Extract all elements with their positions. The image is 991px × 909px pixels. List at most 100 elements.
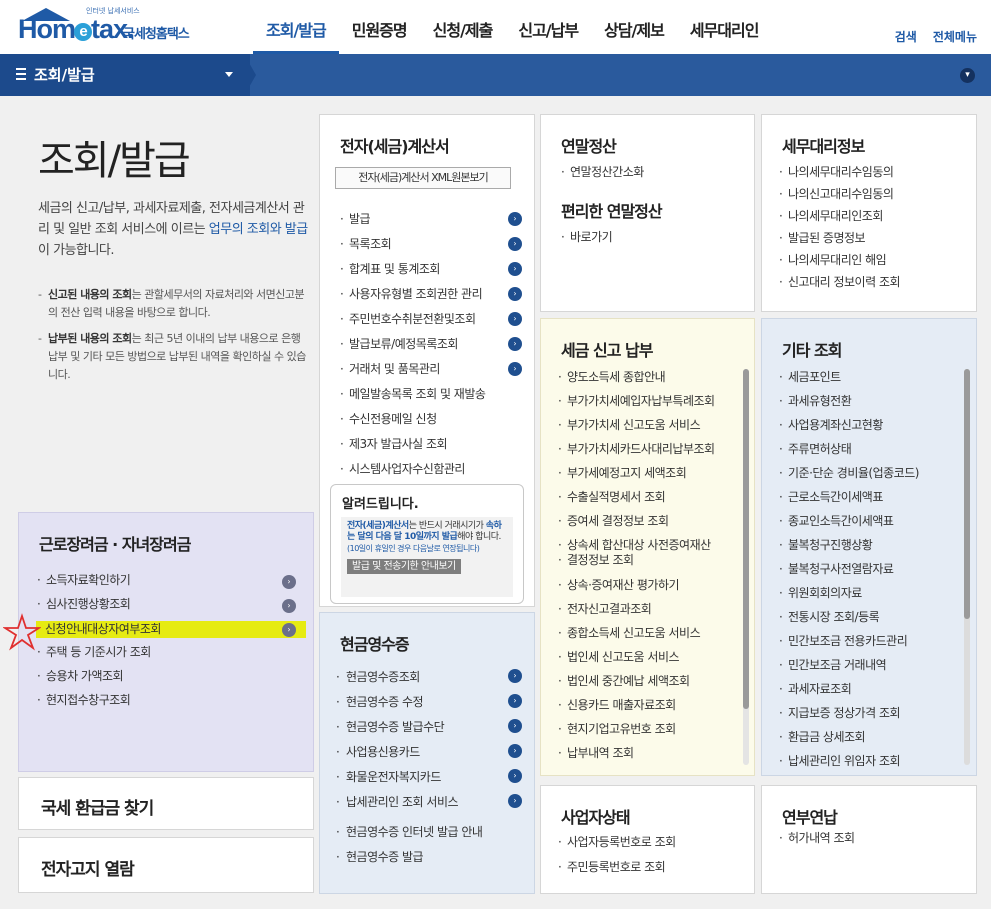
highlighted-item-text[interactable]: 신청안내대상자여부조회 <box>36 621 161 638</box>
installment-item[interactable]: 허가내역 조회 <box>779 826 855 851</box>
eitc-item[interactable]: 현지접수창구조회 <box>37 688 162 712</box>
cash-receipt-item[interactable]: 현금영수증 발급 <box>336 845 482 870</box>
tax-agent-item[interactable]: 나의세무대리인 해임 <box>779 249 900 271</box>
einvoice-item[interactable]: 제3자 발급사실 조회 <box>340 432 485 457</box>
einvoice-item[interactable]: 발급보류/예정목록조회 <box>340 332 485 357</box>
tax-agent-item[interactable]: 발급된 증명정보 <box>779 227 900 249</box>
cash-receipt-item[interactable]: 납세관리인 조회 서비스 <box>336 790 482 815</box>
chevron-right-icon[interactable]: › <box>508 312 522 326</box>
einvoice-item[interactable]: 목록조회 <box>340 232 485 257</box>
other-inquiry-item[interactable]: 주류면허상태 <box>779 437 919 461</box>
tax-agent-item[interactable]: 나의세무대리인조회 <box>779 205 900 227</box>
tax-filing-item[interactable]: 상속세 합산대상 사전증여재산 <box>558 537 715 553</box>
hometax-logo[interactable]: 인터넷 납세서비스 Hom e tax. 국세청홈택스 <box>18 6 203 46</box>
chevron-right-icon[interactable]: › <box>508 794 522 808</box>
chevron-right-icon[interactable]: › <box>508 362 522 376</box>
other-inquiry-item[interactable]: 지급보증 정상가격 조회 <box>779 701 919 725</box>
cash-receipt-item[interactable]: 현금영수증조회 <box>336 665 482 690</box>
chevron-right-icon[interactable]: › <box>508 287 522 301</box>
other-inquiry-item[interactable]: 과세유형전환 <box>779 389 919 413</box>
chevron-right-icon[interactable]: › <box>508 212 522 226</box>
other-inquiry-item[interactable]: 종교인소득간이세액표 <box>779 509 919 533</box>
search-link[interactable]: 검색 <box>895 28 917 45</box>
other-inquiry-item[interactable]: 전통시장 조회/등록 <box>779 605 919 629</box>
nav-inquiry-issue[interactable]: 조회/발급 <box>253 0 339 54</box>
tax-filing-item[interactable]: 법인세 신고도움 서비스 <box>558 645 715 669</box>
einvoice-item[interactable]: 발급 <box>340 207 485 232</box>
chevron-right-icon[interactable]: › <box>282 599 296 613</box>
einvoice-item[interactable]: 수신전용메일 신청 <box>340 407 485 432</box>
other-inquiry-item[interactable]: 과세자료조회 <box>779 677 919 701</box>
scrollbar-thumb[interactable] <box>964 369 970 619</box>
scrollbar-thumb[interactable] <box>743 369 749 709</box>
cash-receipt-item[interactable]: 현금영수증 발급수단 <box>336 715 482 740</box>
einvoice-item[interactable]: 주민번호수취분전환및조회 <box>340 307 485 332</box>
eitc-item[interactable]: 승용차 가액조회 <box>37 664 162 688</box>
other-inquiry-item[interactable]: 근로소득간이세액표 <box>779 485 919 509</box>
scrollbar[interactable] <box>743 369 749 765</box>
tax-filing-item[interactable]: 부가가치세 신고도움 서비스 <box>558 413 715 437</box>
business-status-item[interactable]: 사업자등록번호로 조회 <box>558 830 676 855</box>
einvoice-item[interactable]: 사용자유형별 조회권한 관리 <box>340 282 485 307</box>
tax-filing-item[interactable]: 양도소득세 종합안내 <box>558 365 715 389</box>
tax-filing-item[interactable]: 부가가치세예입자납부특례조회 <box>558 389 715 413</box>
chevron-right-icon[interactable]: › <box>508 337 522 351</box>
tax-filing-item[interactable]: 부가세예정고지 세액조회 <box>558 461 715 485</box>
tax-filing-item[interactable]: 수출실적명세서 조회 <box>558 485 715 509</box>
tax-filing-item[interactable]: 현지기업고유번호 조회 <box>558 717 715 741</box>
other-inquiry-item[interactable]: 민간보조금 전용카드관리 <box>779 629 919 653</box>
other-inquiry-item[interactable]: 불복청구사전열람자료 <box>779 557 919 581</box>
nav-certificates[interactable]: 민원증명 <box>339 0 420 54</box>
einvoice-item[interactable]: 시스템사업자수신함관리 <box>340 457 485 482</box>
chevron-right-icon[interactable]: › <box>508 262 522 276</box>
nav-tax-agent[interactable]: 세무대리인 <box>677 0 772 54</box>
easy-yearend-item[interactable]: 바로가기 <box>561 225 613 250</box>
eitc-item[interactable]: 심사진행상황조회 <box>37 592 162 616</box>
business-status-item[interactable]: 주민등록번호로 조회 <box>558 855 676 880</box>
other-inquiry-item[interactable]: 환급금 상세조회 <box>779 725 919 749</box>
tax-filing-item[interactable]: 납부내역 조회 <box>558 741 715 765</box>
scrollbar[interactable] <box>964 369 970 765</box>
tax-filing-item[interactable]: 부가가치세카드사대리납부조회 <box>558 437 715 461</box>
tax-agent-item[interactable]: 나의신고대리수임동의 <box>779 183 900 205</box>
tax-filing-item-cont[interactable]: 결정정보 조회 <box>558 553 715 573</box>
other-inquiry-item[interactable]: 불복청구진행상황 <box>779 533 919 557</box>
tax-agent-item[interactable]: 나의세무대리수임동의 <box>779 161 900 183</box>
nav-apply-submit[interactable]: 신청/제출 <box>420 0 506 54</box>
cash-receipt-item[interactable]: 화물운전자복지카드 <box>336 765 482 790</box>
yearend-item[interactable]: 연말정산간소화 <box>561 160 644 185</box>
nav-consult[interactable]: 상담/제보 <box>591 0 677 54</box>
cash-receipt-item[interactable]: 사업용신용카드 <box>336 740 482 765</box>
deadline-guide-button[interactable]: 발급 및 전송기한 안내보기 <box>347 559 461 574</box>
tax-agent-item[interactable]: 신고대리 정보이력 조회 <box>779 271 901 293</box>
section-menu-dropdown[interactable]: 조회/발급 <box>0 54 250 96</box>
chevron-right-icon[interactable]: › <box>508 669 522 683</box>
einvoice-item[interactable]: 메일발송목록 조회 및 재발송 <box>340 382 486 407</box>
expand-circle-icon[interactable]: ▾ <box>960 68 975 83</box>
chevron-right-icon[interactable]: › <box>508 769 522 783</box>
nav-report-pay[interactable]: 신고/납부 <box>505 0 591 54</box>
tax-refund-card[interactable]: 국세 환급금 찾기 <box>18 777 314 830</box>
chevron-right-icon[interactable]: › <box>282 575 296 589</box>
e-notice-card[interactable]: 전자고지 열람 <box>18 837 314 893</box>
other-inquiry-item[interactable]: 위원회회의자료 <box>779 581 919 605</box>
tax-filing-item[interactable]: 상속·증여재산 평가하기 <box>558 573 715 597</box>
tax-filing-item[interactable]: 법인세 중간예납 세액조회 <box>558 669 715 693</box>
chevron-right-icon[interactable]: › <box>282 623 296 637</box>
tax-filing-item[interactable]: 종합소득세 신고도움 서비스 <box>558 621 715 645</box>
xml-original-view-button[interactable]: 전자(세금)계산서 XML원본보기 <box>335 167 511 189</box>
other-inquiry-item[interactable]: 세금포인트 <box>779 365 919 389</box>
chevron-right-icon[interactable]: › <box>508 237 522 251</box>
other-inquiry-item[interactable]: 민간보조금 거래내역 <box>779 653 919 677</box>
cash-receipt-item[interactable]: 현금영수증 인터넷 발급 안내 <box>336 820 483 845</box>
eitc-item[interactable]: 주택 등 기준시가 조회 <box>37 640 162 664</box>
cash-receipt-item[interactable]: 현금영수증 수정 <box>336 690 482 715</box>
all-menu-link[interactable]: 전체메뉴 <box>933 28 977 45</box>
chevron-right-icon[interactable]: › <box>508 719 522 733</box>
tax-filing-item[interactable]: 전자신고결과조회 <box>558 597 715 621</box>
einvoice-item[interactable]: 합계표 및 통계조회 <box>340 257 485 282</box>
chevron-right-icon[interactable]: › <box>508 694 522 708</box>
eitc-item[interactable]: 소득자료확인하기 <box>37 568 162 592</box>
other-inquiry-item[interactable]: 사업용계좌신고현황 <box>779 413 919 437</box>
chevron-right-icon[interactable]: › <box>508 744 522 758</box>
